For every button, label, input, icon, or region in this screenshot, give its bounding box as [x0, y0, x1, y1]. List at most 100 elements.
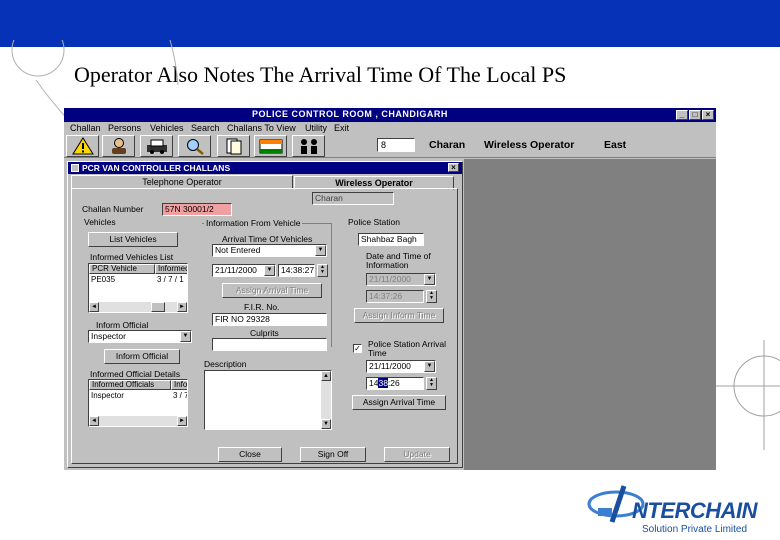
- officers-icon: [300, 139, 317, 154]
- description-label: Description: [204, 359, 247, 369]
- inform-official-label: Inform Official: [96, 320, 149, 330]
- assign-arrival-time-button[interactable]: Assign Arrival Time: [352, 395, 446, 410]
- informed-officials-list[interactable]: Informed Officials Inform Inspector 3 / …: [88, 379, 188, 427]
- arrival-time-checkbox[interactable]: ✓: [353, 344, 362, 353]
- operator-role: Wireless Operator: [484, 139, 575, 151]
- menu-challan[interactable]: Challan: [70, 123, 101, 133]
- chevron-down-icon[interactable]: ▼: [424, 361, 435, 372]
- vehicles-hscroll[interactable]: ◄ ►: [89, 302, 187, 312]
- slide-header-band: [0, 0, 780, 47]
- map-button[interactable]: [254, 135, 287, 157]
- scroll-right-icon[interactable]: ►: [177, 416, 187, 426]
- col-informed[interactable]: Informed: [155, 264, 187, 274]
- ps-arrival-seconds: :26: [387, 378, 400, 388]
- challan-number-field[interactable]: 57N 30001/2: [162, 203, 232, 216]
- menu-challans-to-view[interactable]: Challans To View: [227, 123, 296, 133]
- fir-field[interactable]: FIR NO 29328: [212, 313, 327, 326]
- search-icon: [186, 139, 204, 155]
- update-button[interactable]: Update: [384, 447, 450, 462]
- form-system-icon[interactable]: [71, 164, 79, 172]
- person-icon: [111, 138, 126, 154]
- col-pcr-vehicle[interactable]: PCR Vehicle: [89, 264, 155, 274]
- ps-arrival-date[interactable]: 21/11/2000 ▼: [366, 360, 436, 373]
- list-vehicles-button[interactable]: List Vehicles: [88, 232, 178, 247]
- spinner-icon[interactable]: ▲ ▼: [317, 264, 328, 277]
- vehicle-button[interactable]: [140, 135, 173, 157]
- interchain-logo: NTERCHAIN Solution Private Limited: [586, 478, 774, 538]
- vehicle-cell: PE035: [91, 275, 116, 284]
- scroll-up-icon[interactable]: ▲: [321, 371, 331, 381]
- form-title: PCR VAN CONTROLLER CHALLANS: [82, 163, 231, 173]
- assign-vehicle-arrival-button[interactable]: Assign Arrival Time: [222, 283, 322, 298]
- app-titlebar: POLICE CONTROL ROOM , CHANDIGARH _ □ ×: [64, 108, 716, 122]
- ps-arrival-time[interactable]: 1438:26: [366, 377, 424, 390]
- spinner-icon[interactable]: ▲ ▼: [426, 377, 437, 390]
- culprits-label: Culprits: [250, 328, 279, 338]
- app-title: POLICE CONTROL ROOM , CHANDIGARH: [252, 109, 448, 119]
- operator-zone: East: [604, 139, 627, 151]
- informed-vehicles-list[interactable]: PCR Vehicle Informed PE035 3 / 7 / 1 ◄ ►: [88, 263, 188, 313]
- ps-arrival-minute-selected: 38: [378, 378, 388, 388]
- search-button[interactable]: [178, 135, 211, 157]
- official-informed-cell: 3 / 7: [173, 391, 188, 400]
- slide-title: Operator Also Notes The Arrival Time Of …: [74, 62, 567, 87]
- scroll-thumb[interactable]: [151, 302, 165, 312]
- col-inform[interactable]: Inform: [171, 380, 187, 390]
- form-titlebar: PCR VAN CONTROLLER CHALLANS ×: [68, 162, 462, 174]
- warning-button[interactable]: [66, 135, 99, 157]
- chevron-down-icon[interactable]: ▼: [424, 274, 435, 285]
- sign-off-button[interactable]: Sign Off: [300, 447, 366, 462]
- description-vscroll[interactable]: ▲ ▼: [321, 371, 331, 429]
- inform-official-button[interactable]: Inform Official: [104, 349, 180, 364]
- scroll-down-icon[interactable]: ▼: [321, 419, 331, 429]
- menu-persons[interactable]: Persons: [108, 123, 141, 133]
- police-station-caption: Police Station: [346, 217, 402, 227]
- menu-search[interactable]: Search: [191, 123, 220, 133]
- menu-utility[interactable]: Utility: [305, 123, 327, 133]
- vehicle-arrival-date[interactable]: 21/11/2000 ▼: [212, 264, 276, 277]
- officials-hscroll[interactable]: ◄ ►: [89, 416, 187, 426]
- ps-arrival-date-value: 21/11/2000: [369, 361, 411, 371]
- toolbar: 8 Charan Wireless Operator East: [64, 134, 716, 158]
- spinner-icon[interactable]: ▲ ▼: [426, 290, 437, 303]
- chevron-down-icon[interactable]: ▼: [264, 265, 275, 276]
- documents-icon: [226, 138, 241, 155]
- chevron-down-icon[interactable]: ▼: [180, 331, 191, 342]
- scroll-right-icon[interactable]: ►: [177, 302, 187, 312]
- close-window-button[interactable]: ×: [702, 110, 714, 120]
- form-close-button[interactable]: ×: [448, 163, 459, 172]
- minimize-button[interactable]: _: [676, 110, 688, 120]
- close-button[interactable]: Close: [218, 447, 282, 462]
- info-date-value: 21/11/2000: [369, 274, 411, 284]
- menu-exit[interactable]: Exit: [334, 123, 349, 133]
- person-button[interactable]: [102, 135, 135, 157]
- info-date-field[interactable]: 21/11/2000 ▼: [366, 273, 436, 286]
- scroll-left-icon[interactable]: ◄: [89, 416, 99, 426]
- app-window: POLICE CONTROL ROOM , CHANDIGARH _ □ × C…: [64, 108, 716, 470]
- fir-label: F.I.R. No.: [244, 302, 280, 312]
- assign-inform-time-button[interactable]: Assign Inform Time: [354, 308, 444, 323]
- arrival-time-label: Arrival Time Of Vehicles: [222, 234, 313, 244]
- col-informed-officials[interactable]: Informed Officials: [89, 380, 171, 390]
- culprits-field[interactable]: [212, 338, 327, 351]
- tab-telephone-operator[interactable]: Telephone Operator: [71, 175, 293, 189]
- description-textarea[interactable]: [204, 370, 332, 430]
- arrival-check-label: Police Station Arrival Time: [368, 339, 446, 358]
- vehicle-icon: [146, 139, 167, 154]
- chevron-down-icon[interactable]: ▼: [315, 245, 326, 256]
- maximize-button[interactable]: □: [689, 110, 701, 120]
- documents-button[interactable]: [217, 135, 250, 157]
- scroll-left-icon[interactable]: ◄: [89, 302, 99, 312]
- decorative-circle: [716, 340, 780, 450]
- info-datetime-label: Date and Time of Information: [366, 251, 431, 270]
- menu-vehicles[interactable]: Vehicles: [150, 123, 184, 133]
- arrival-status-combo[interactable]: Not Entered ▼: [212, 244, 327, 257]
- station-field[interactable]: Shahbaz Bagh: [358, 233, 424, 246]
- operator-field[interactable]: Charan: [312, 192, 394, 205]
- challan-form-window: PCR VAN CONTROLLER CHALLANS × Telephone …: [67, 161, 463, 468]
- officers-button[interactable]: [292, 135, 325, 157]
- inform-official-combo[interactable]: Inspector ▼: [88, 330, 192, 343]
- operator-id-field[interactable]: 8: [377, 138, 415, 152]
- vehicle-arrival-time[interactable]: 14:38:27: [278, 264, 315, 277]
- info-time-field[interactable]: 14:37:26: [366, 290, 424, 303]
